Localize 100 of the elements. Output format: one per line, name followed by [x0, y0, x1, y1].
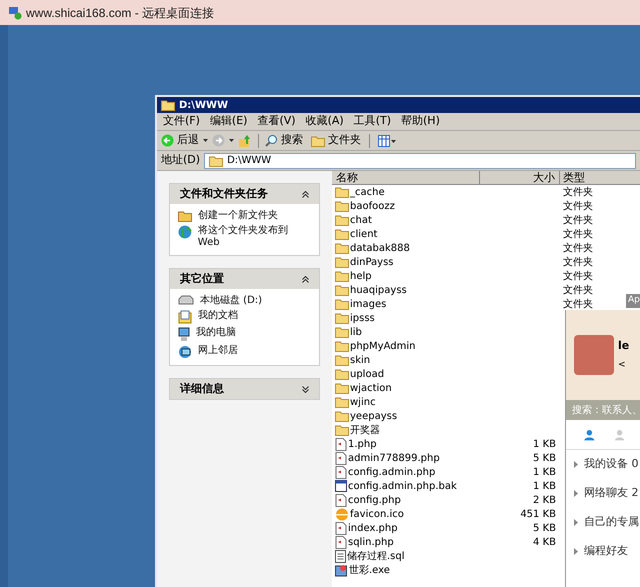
program-icon: [335, 564, 348, 576]
document-icon: [335, 494, 347, 506]
computer-icon: [178, 327, 190, 342]
search-button[interactable]: 搜索: [265, 132, 303, 149]
file-type: 文件夹: [563, 200, 593, 212]
file-name[interactable]: baofoozz: [350, 198, 395, 214]
file-type: 文件夹: [563, 284, 593, 296]
folder-icon: [335, 200, 349, 212]
panel-header[interactable]: 详细信息: [170, 379, 319, 399]
address-field[interactable]: D:\WWW: [204, 152, 636, 168]
collapse-chevron-icon[interactable]: [302, 190, 309, 198]
folder-icon: [335, 396, 349, 408]
panel-title: 其它位置: [180, 270, 224, 287]
file-name[interactable]: config.php: [348, 492, 401, 508]
file-size: 5 KB: [533, 522, 556, 534]
document-icon: [335, 438, 347, 450]
task-link[interactable]: 创建一个新文件夹: [198, 210, 278, 222]
file-name[interactable]: skin: [350, 352, 370, 368]
file-name[interactable]: config.admin.php.bak: [348, 478, 457, 494]
folder-icon: [335, 340, 349, 352]
task-link[interactable]: 我的电脑: [196, 327, 236, 339]
menu-item[interactable]: 帮助(H): [401, 113, 440, 130]
task-link[interactable]: 我的文档: [198, 310, 238, 322]
expand-chevron-icon[interactable]: [302, 386, 309, 392]
file-name[interactable]: 开奖器: [350, 422, 380, 438]
file-name[interactable]: _cache: [350, 184, 385, 200]
file-type: 文件夹: [563, 270, 593, 282]
column-header[interactable]: 类型: [560, 171, 640, 184]
column-header[interactable]: 大小: [480, 171, 560, 184]
menu-item[interactable]: 文件(F): [163, 113, 200, 130]
contacts-icon[interactable]: [584, 428, 595, 442]
file-name[interactable]: lib: [350, 324, 362, 340]
folder-icon: [335, 298, 349, 310]
view-grid-icon[interactable]: [378, 134, 396, 146]
text-file-icon: [335, 550, 346, 562]
menu-item[interactable]: 收藏(A): [306, 113, 344, 130]
window-title: www.shicai168.com - 远程桌面连接: [26, 4, 214, 22]
file-name[interactable]: sqlin.php: [348, 534, 394, 550]
column-header[interactable]: 名称: [332, 171, 480, 184]
expand-triangle-icon[interactable]: [574, 548, 578, 555]
globe-icon: [178, 225, 192, 239]
file-name[interactable]: databak888: [350, 240, 410, 256]
panel-header[interactable]: 其它位置: [170, 269, 319, 289]
file-type: 文件夹: [563, 228, 593, 240]
file-name[interactable]: client: [350, 226, 378, 242]
user-signature: <: [618, 358, 627, 372]
file-name[interactable]: 储存过程.sql: [347, 548, 405, 564]
forward-arrow-icon[interactable]: [212, 134, 225, 147]
folder-icon: [311, 134, 325, 146]
contact-group[interactable]: 我的设备 0: [584, 456, 638, 473]
folders-button[interactable]: 文件夹: [311, 132, 361, 149]
app-tab[interactable]: Ap: [626, 294, 640, 308]
back-button[interactable]: 后退: [161, 132, 199, 149]
expand-triangle-icon[interactable]: [574, 490, 578, 497]
menu-item[interactable]: 工具(T): [354, 113, 391, 130]
documents-icon: [178, 310, 192, 324]
menu-item[interactable]: 查看(V): [257, 113, 296, 130]
file-name[interactable]: images: [350, 296, 386, 312]
back-arrow-icon: [161, 134, 174, 147]
window-file-icon: [335, 480, 347, 492]
drive-icon: [178, 295, 194, 305]
explorer-title: D:\WWW: [179, 98, 228, 112]
file-size: 1 KB: [533, 480, 556, 492]
dropdown-caret-icon[interactable]: [229, 139, 234, 142]
document-icon: [335, 466, 347, 478]
folder-icon: [335, 368, 349, 380]
folder-icon: [335, 256, 349, 268]
dropdown-caret-icon[interactable]: [203, 139, 208, 142]
file-name[interactable]: wjaction: [350, 380, 392, 396]
menu-item[interactable]: 编辑(E): [210, 113, 248, 130]
file-size: 4 KB: [533, 536, 556, 548]
contact-group[interactable]: 网络聊友 2: [584, 485, 638, 502]
file-name[interactable]: index.php: [348, 520, 398, 536]
file-name[interactable]: wjinc: [350, 394, 376, 410]
file-name[interactable]: phpMyAdmin: [350, 338, 416, 354]
file-name[interactable]: upload: [350, 366, 384, 382]
task-link[interactable]: 本地磁盘 (D:): [200, 295, 262, 307]
collapse-chevron-icon[interactable]: [302, 276, 309, 282]
file-name[interactable]: ipsss: [350, 310, 375, 326]
file-name[interactable]: 世彩.exe: [349, 562, 390, 578]
file-name[interactable]: favicon.ico: [350, 506, 404, 522]
file-size: 5 KB: [533, 452, 556, 464]
file-name[interactable]: admin778899.php: [348, 450, 440, 466]
folder-icon: [335, 242, 349, 254]
task-link[interactable]: 网上邻居: [198, 345, 238, 357]
expand-triangle-icon[interactable]: [574, 519, 578, 526]
file-name[interactable]: config.admin.php: [348, 464, 436, 480]
contact-group[interactable]: 自己的专属: [584, 514, 639, 531]
file-name[interactable]: dinPayss: [350, 254, 394, 270]
file-name[interactable]: chat: [350, 212, 372, 228]
file-name[interactable]: 1.php: [348, 436, 377, 452]
file-size: 2 KB: [533, 494, 556, 506]
panel-header[interactable]: 文件和文件夹任务: [170, 184, 319, 204]
task-link[interactable]: 将这个文件夹发布到 Web: [198, 225, 311, 249]
file-name[interactable]: yeepayss: [350, 408, 398, 424]
document-icon: [335, 522, 347, 534]
file-name[interactable]: huaqipayss: [350, 282, 407, 298]
expand-triangle-icon[interactable]: [574, 461, 578, 468]
contact-group[interactable]: 编程好友: [584, 543, 628, 560]
file-name[interactable]: help: [350, 268, 372, 284]
